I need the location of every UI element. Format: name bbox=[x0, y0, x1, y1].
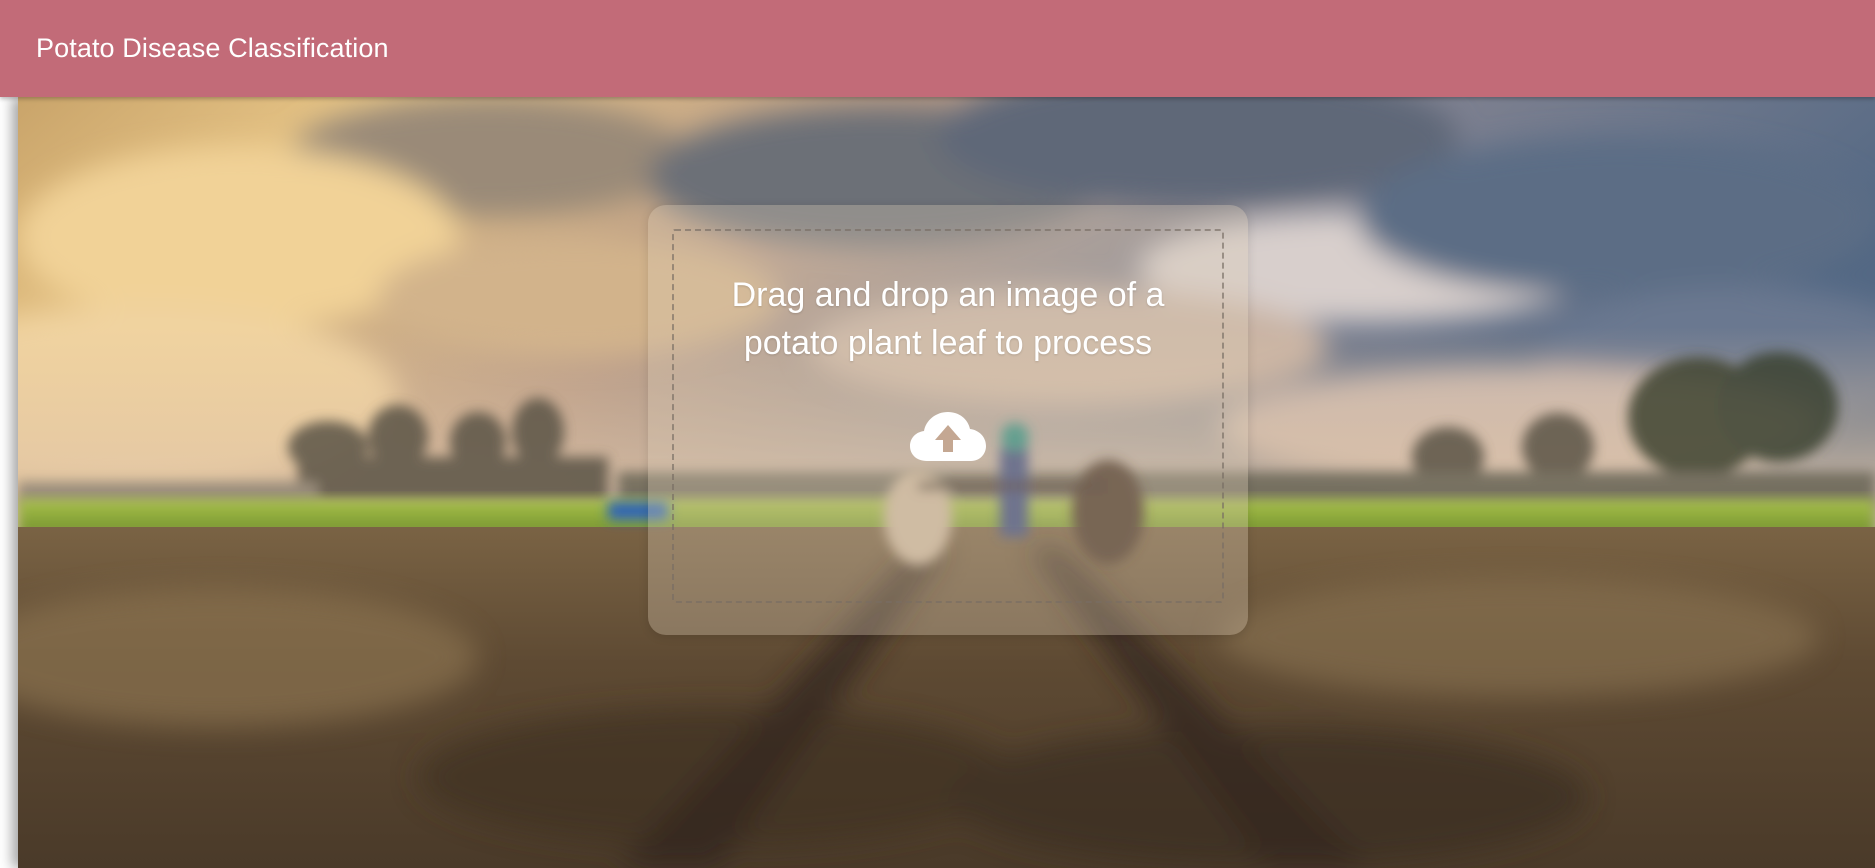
upload-card: Drag and drop an image of a potato plant… bbox=[648, 205, 1248, 635]
main-stage: Drag and drop an image of a potato plant… bbox=[0, 97, 1875, 868]
dropzone-instruction: Drag and drop an image of a potato plant… bbox=[731, 276, 1165, 362]
app-title: Potato Disease Classification bbox=[36, 33, 389, 63]
cloud-upload-icon bbox=[910, 412, 986, 461]
image-dropzone[interactable]: Drag and drop an image of a potato plant… bbox=[672, 229, 1224, 603]
app-bar: Potato Disease Classification bbox=[0, 0, 1875, 97]
